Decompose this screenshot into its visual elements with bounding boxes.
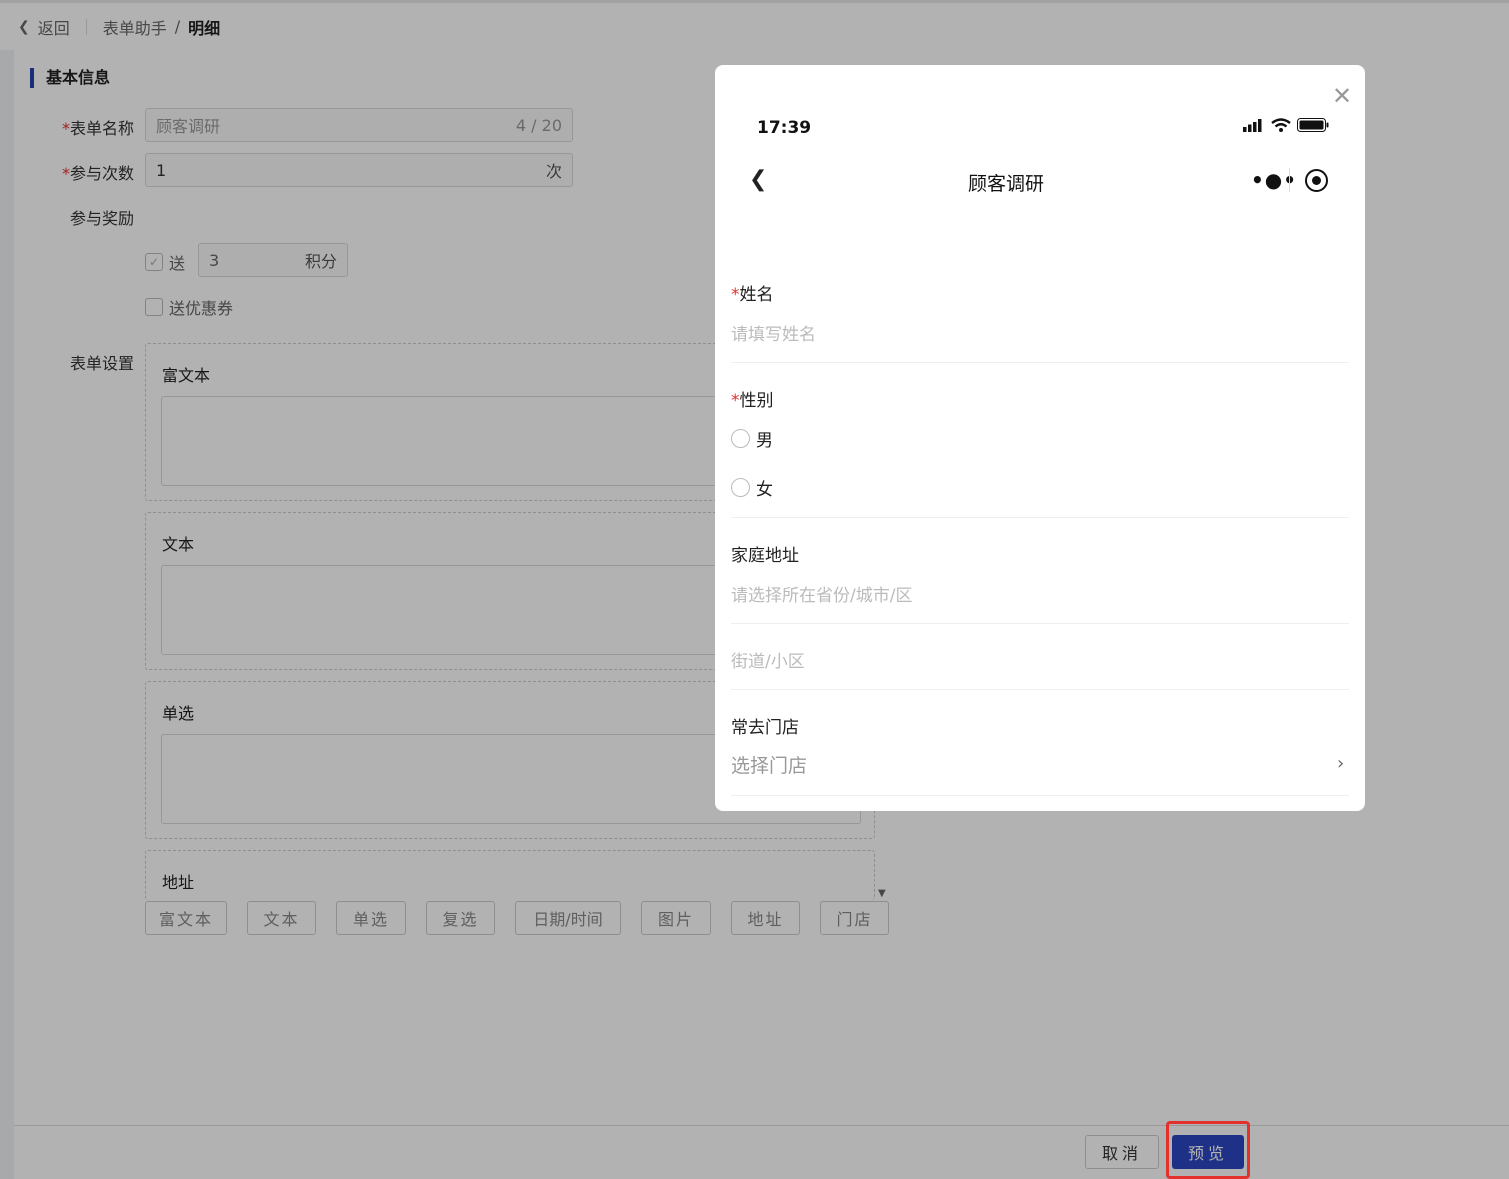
- battery-icon: [1297, 118, 1329, 132]
- address-region-picker[interactable]: 请选择所在省份/城市/区: [731, 581, 912, 606]
- divider: [731, 689, 1349, 690]
- radio-icon: [731, 478, 750, 497]
- record-icon[interactable]: [1305, 169, 1328, 192]
- divider: [731, 517, 1349, 518]
- divider: [731, 362, 1349, 363]
- divider: [731, 795, 1349, 796]
- preview-title: 顾客调研: [967, 173, 1044, 195]
- gender-label: *性别: [731, 391, 774, 411]
- radio-icon: [731, 429, 750, 448]
- more-icon[interactable]: •●•: [1251, 168, 1297, 192]
- preview-modal: ✕ 17:39 ❮ 顾客调研 •●• *姓名 请填写姓名 *性别 男 女 家庭地…: [715, 65, 1365, 811]
- address-label: 家庭地址: [731, 546, 799, 566]
- name-label: *姓名: [731, 285, 774, 305]
- store-picker[interactable]: 选择门店: [731, 751, 807, 778]
- name-input[interactable]: 请填写姓名: [731, 320, 816, 345]
- close-icon[interactable]: ✕: [1332, 84, 1352, 108]
- address-street-input[interactable]: 街道/小区: [731, 647, 805, 672]
- gender-option-female[interactable]: 女: [731, 475, 773, 500]
- status-time: 17:39: [757, 118, 812, 138]
- chevron-right-icon[interactable]: ›: [1337, 753, 1344, 774]
- signal-icon: [1243, 119, 1262, 132]
- divider: [731, 623, 1349, 624]
- status-icons: [1243, 118, 1329, 132]
- wifi-icon: [1271, 118, 1291, 132]
- gender-option-male[interactable]: 男: [731, 426, 773, 451]
- divider: [1289, 168, 1290, 192]
- store-label: 常去门店: [731, 718, 799, 738]
